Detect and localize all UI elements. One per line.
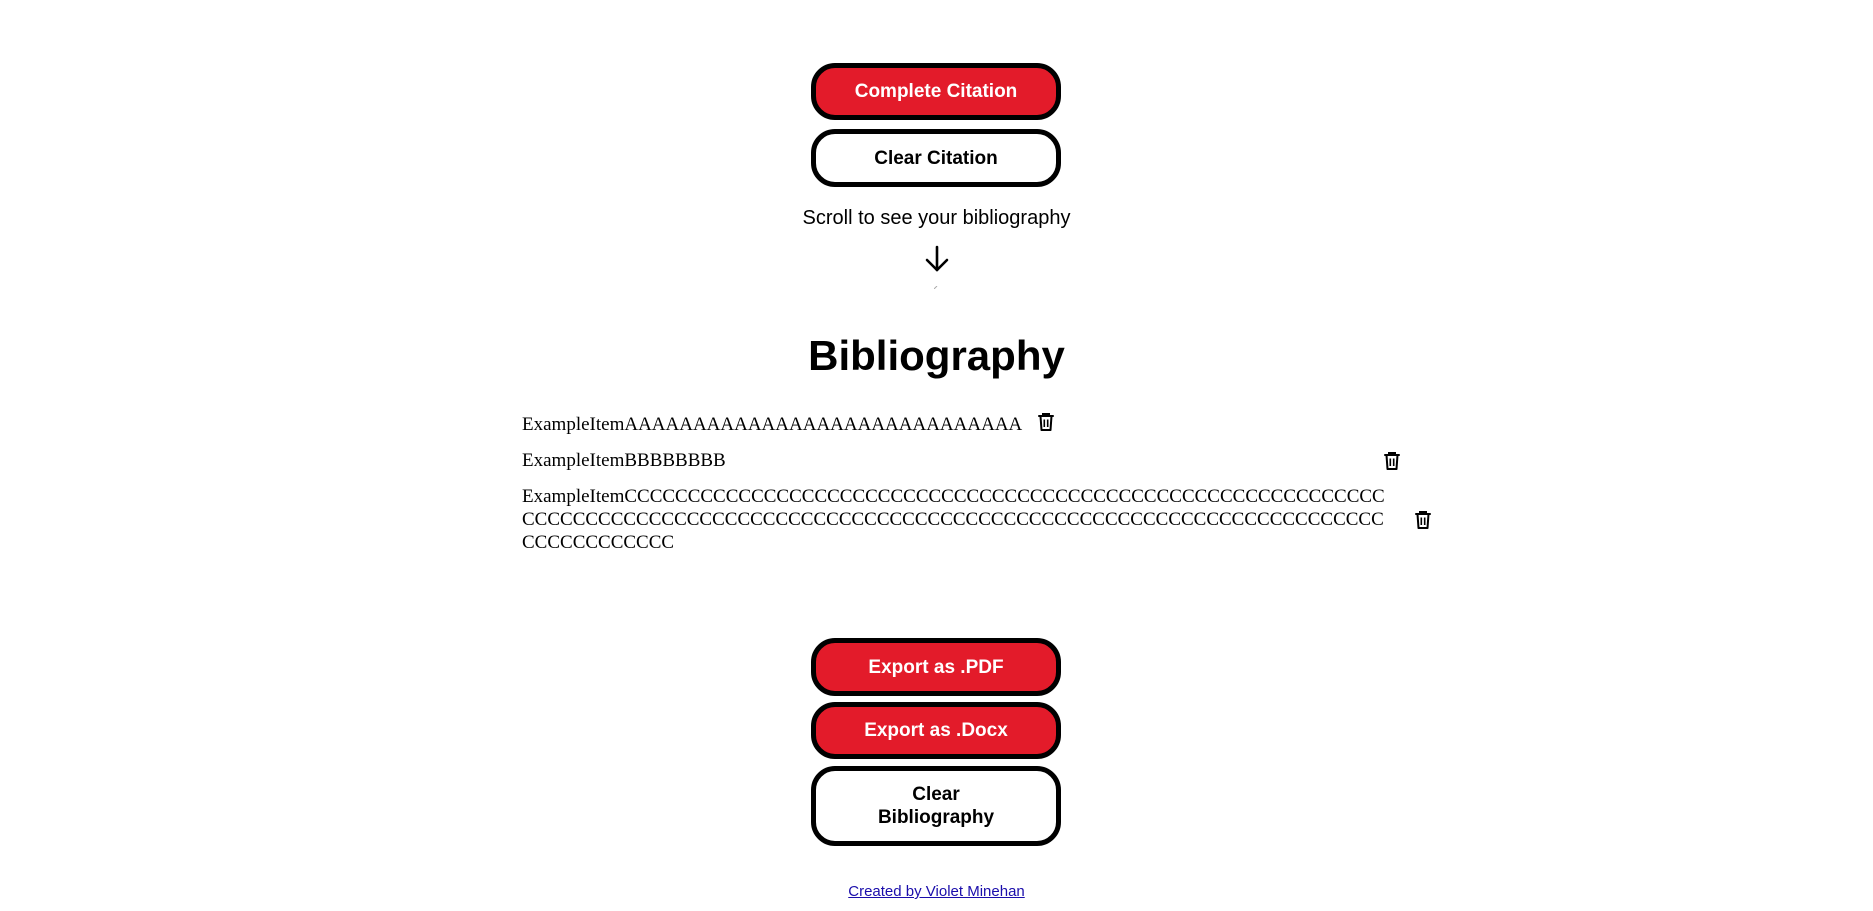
bibliography-title: Bibliography	[808, 332, 1065, 379]
complete-citation-button[interactable]: Complete Citation	[811, 63, 1061, 120]
trash-icon[interactable]	[1413, 509, 1433, 531]
export-pdf-button[interactable]: Export as .PDF	[811, 638, 1061, 696]
footer: Created by Violet Minehan	[0, 883, 1873, 900]
bibliography-entry-text: ExampleItemAAAAAAAAAAAAAAAAAAAAAAAAAAAAA	[522, 414, 1023, 435]
bibliography-entry-text: ExampleItemCCCCCCCCCCCCCCCCCCCCCCCCCCCCC…	[522, 486, 1385, 553]
clear-citation-button[interactable]: Clear Citation	[811, 129, 1061, 187]
list-item: ExampleItemAAAAAAAAAAAAAAAAAAAAAAAAAAAAA	[522, 411, 1056, 436]
author-credit-link[interactable]: Created by Violet Minehan	[848, 883, 1025, 900]
trash-icon[interactable]	[1036, 411, 1056, 433]
list-item: ExampleItemBBBBBBBB	[522, 449, 1402, 472]
scroll-hint-text: Scroll to see your bibliography	[802, 207, 1071, 229]
clear-bibliography-button[interactable]: Clear Bibliography	[811, 766, 1061, 846]
divider-mark	[933, 285, 938, 290]
page: Complete Citation Clear Citation Scroll …	[0, 0, 1873, 911]
trash-icon[interactable]	[1382, 450, 1402, 472]
export-docx-button[interactable]: Export as .Docx	[811, 702, 1061, 759]
arrow-down-icon	[925, 245, 949, 272]
bibliography-entry-text: ExampleItemBBBBBBBB	[522, 450, 726, 471]
list-item: ExampleItemCCCCCCCCCCCCCCCCCCCCCCCCCCCCC…	[522, 485, 1433, 554]
